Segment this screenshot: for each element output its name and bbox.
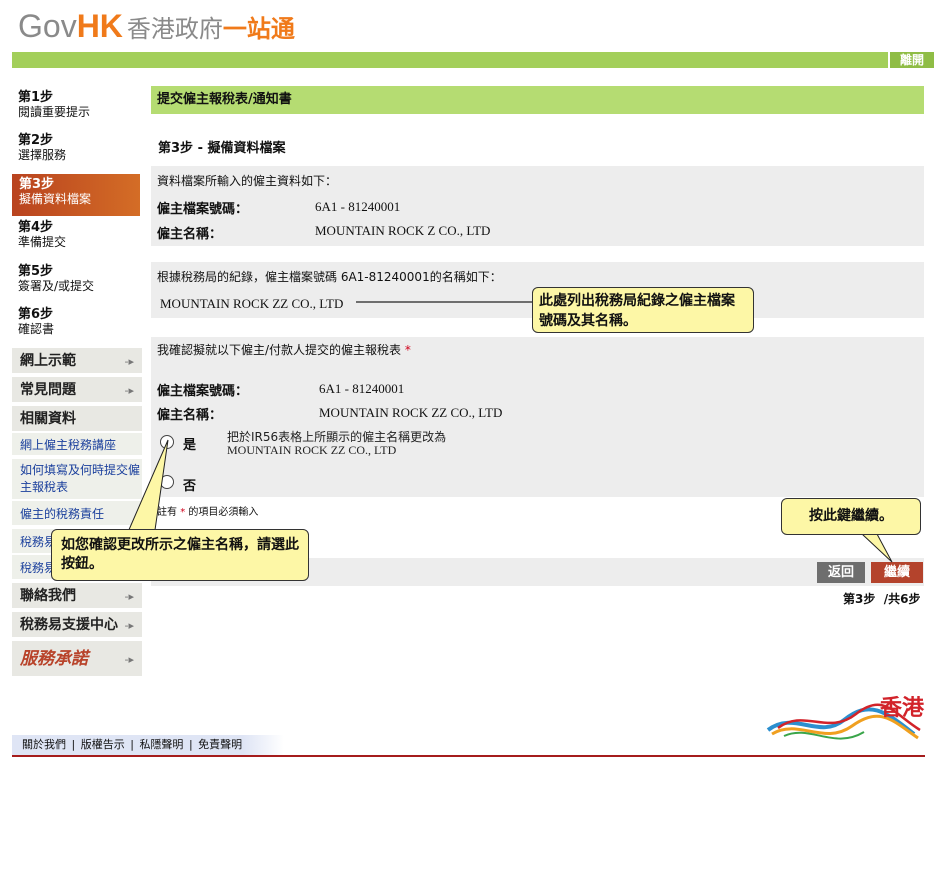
footer-sep: | — [188, 738, 193, 751]
continue-callout-pointer — [860, 533, 893, 563]
radio-callout-pointer — [127, 439, 169, 533]
footer-sep: | — [130, 738, 134, 751]
footer-privacy[interactable]: 私隱聲明 — [139, 738, 183, 751]
footer-sep: | — [71, 738, 76, 751]
callout-record: 此處列出稅務局紀錄之僱主檔案號碼及其名稱。 — [532, 287, 754, 333]
callout-continue: 按此鍵繼續。 — [781, 498, 921, 535]
footer-divider — [12, 755, 925, 757]
footer-disclaimer[interactable]: 免責聲明 — [198, 738, 242, 751]
footer-copyright[interactable]: 版權告示 — [81, 738, 125, 751]
brand-hong-kong-logo: 香港 — [764, 690, 926, 750]
callout-radio: 如您確認更改所示之僱主名稱，請選此按鈕。 — [51, 529, 309, 581]
brand-text: 香港 — [879, 696, 924, 721]
footer-about[interactable]: 關於我們 — [22, 738, 66, 751]
footer-links: 關於我們 | 版權告示 | 私隱聲明 | 免責聲明 — [12, 735, 284, 755]
